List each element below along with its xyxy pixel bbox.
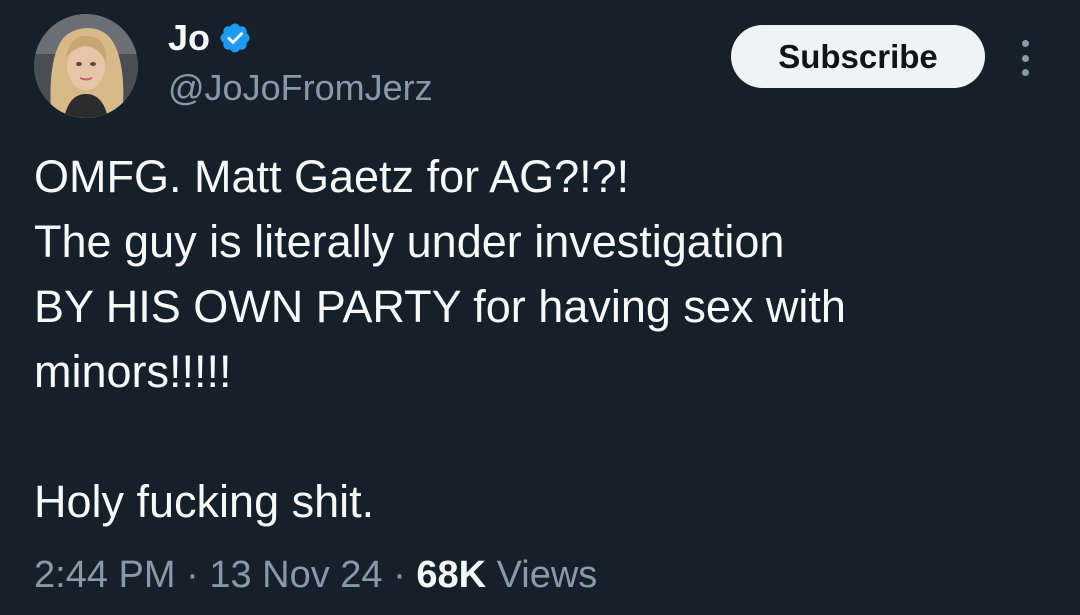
tweet-line: OMFG. Matt Gaetz for AG?!?! — [34, 151, 630, 202]
verified-badge-icon[interactable] — [218, 21, 252, 55]
tweet-meta: 2:44 PM · 13 Nov 24 · 68K Views — [34, 550, 597, 600]
more-dot — [1021, 40, 1029, 47]
meta-separator: · — [186, 554, 199, 596]
more-dot — [1021, 54, 1029, 62]
tweet-closing-line: Holy fucking shit. — [34, 476, 375, 527]
tweet-time[interactable]: 2:44 PM — [34, 554, 176, 596]
subscribe-button[interactable]: Subscribe — [731, 25, 985, 88]
tweet-text: OMFG. Matt Gaetz for AG?!?! The guy is l… — [34, 144, 1044, 534]
more-dot — [1021, 69, 1029, 76]
author-name-row: Jo — [168, 16, 252, 60]
tweet-line: BY HIS OWN PARTY for having sex with — [34, 281, 846, 332]
tweet-line: The guy is literally under investigation — [34, 216, 785, 267]
meta-separator: · — [393, 554, 406, 596]
author-display-name[interactable]: Jo — [168, 16, 210, 60]
tweet-date[interactable]: 13 Nov 24 — [209, 554, 382, 596]
avatar[interactable] — [34, 14, 138, 118]
views-count: 68K — [416, 554, 487, 596]
tweet-line: minors!!!!! — [34, 346, 232, 397]
author-handle[interactable]: @JoJoFromJerz — [168, 66, 433, 110]
avatar-image — [34, 14, 138, 118]
more-vertical-icon[interactable] — [1010, 36, 1040, 80]
views-label: Views — [496, 554, 598, 596]
